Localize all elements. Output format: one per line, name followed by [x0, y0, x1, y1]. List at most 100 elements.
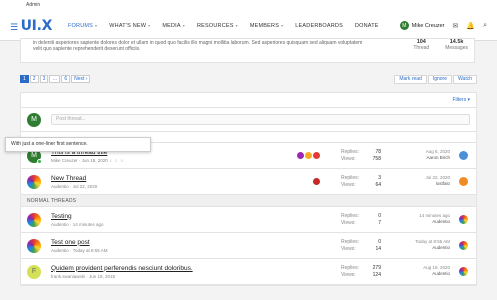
last-post-user[interactable]: Audentio — [419, 219, 450, 225]
views-count: 124 — [372, 272, 381, 278]
views-count: 64 — [375, 182, 381, 188]
thread-author[interactable]: Audentio — [51, 222, 69, 227]
thread-row[interactable]: Test one post Audentio · Today at 8:55 AM… — [21, 233, 476, 259]
views-label: Views: — [341, 220, 356, 226]
page-jump-dots[interactable]: 1 2 3 — [110, 158, 124, 163]
last-poster-avatar[interactable] — [459, 177, 468, 186]
filters-button[interactable]: Filters ▾ — [452, 97, 470, 103]
nav-item-5[interactable]: LEADERBOARDS — [289, 23, 349, 29]
last-post-user[interactable]: Audentio — [423, 271, 450, 277]
thread-title[interactable]: Quidem provident perferendis nesciunt do… — [51, 265, 470, 272]
normal-threads: Testing Audentio · 14 minutes ago Replies:… — [21, 207, 476, 285]
chevron-down-icon: ▾ — [235, 23, 238, 28]
thread-author[interactable]: Audentio — [51, 248, 69, 253]
nav-items: FORUMS ▾ WHAT'S NEW ▾ MEDIA ▾ RESOURCES ▾ MEMBER… — [62, 23, 385, 29]
threads-stat: 104 Thread — [413, 39, 430, 51]
thread-title[interactable]: Testing — [51, 213, 470, 220]
thread-author[interactable]: Audentio — [51, 184, 69, 189]
chevron-down-icon: ▾ — [148, 23, 151, 28]
thread-author[interactable]: frank.swaniawski — [51, 274, 85, 279]
search-icon[interactable]: ⌕ — [483, 22, 487, 30]
admin-bar: Admin — [0, 0, 497, 11]
thread-main: Test one post Audentio · Today at 8:55 AM — [51, 239, 470, 253]
chevron-down-icon: ▾ — [95, 23, 98, 28]
post-thread-input[interactable]: Post thread... — [51, 114, 470, 125]
nav-item-2[interactable]: MEDIA ▾ — [156, 23, 191, 29]
thread-row[interactable]: F Quidem provident perferendis nesciunt d… — [21, 259, 476, 285]
thread-preview-tooltip: With just a one-liner first sentence. — [5, 137, 151, 152]
thread-date: Today at 8:55 AM — [72, 247, 108, 253]
ignore-button[interactable]: Ignore — [427, 75, 453, 84]
online-indicator — [37, 158, 42, 164]
last-post-user[interactable]: Aaron Birch — [426, 155, 450, 161]
page-4[interactable]: 6 — [61, 75, 71, 83]
next-page-button[interactable]: Next › — [71, 75, 91, 83]
replies-label: Replies: — [341, 239, 360, 245]
page-1[interactable]: 2 — [29, 75, 39, 83]
replies-label: Replies: — [341, 149, 360, 155]
thread-title[interactable]: New Thread — [51, 175, 470, 182]
replies-count: 3 — [378, 175, 381, 181]
views-count: 14 — [375, 246, 381, 252]
bell-icon[interactable]: 🔔 — [466, 22, 475, 30]
thread-meta: Mike Creuzer · Jun 18, 2020 1 2 3 — [51, 157, 124, 163]
nav-item-0[interactable]: FORUMS ▾ — [62, 23, 103, 29]
filter-bar: Filters ▾ — [21, 93, 476, 108]
page-0[interactable]: 1 — [20, 75, 29, 83]
replies-label: Replies: — [341, 175, 360, 181]
last-post-user[interactable]: Audentio — [415, 245, 450, 251]
last-poster-avatar[interactable] — [459, 241, 468, 250]
last-post-user[interactable]: lostfalo — [425, 181, 450, 187]
thread-main: Quidem provident perferendis nesciunt do… — [51, 265, 470, 279]
admin-link[interactable]: Admin — [26, 2, 40, 8]
nav-item-4[interactable]: MEMBERS ▾ — [244, 23, 289, 29]
nav-item-label: DONATE — [354, 22, 379, 29]
inbox-icon[interactable]: ✉ — [452, 22, 458, 30]
author-avatar[interactable] — [27, 174, 41, 189]
thread-stats: Replies: 3 Views: 64 — [341, 175, 381, 189]
thread-date: 14 minutes ago — [72, 221, 104, 227]
views-count: 7 — [378, 220, 381, 226]
nav-item-label: MEDIA — [162, 22, 181, 29]
thread-author[interactable]: Mike Creuzer — [51, 158, 78, 163]
thread-badges — [297, 152, 320, 159]
views-count: 758 — [372, 156, 381, 162]
last-post: Aug 6, 2020 Aaron Birch — [426, 149, 450, 161]
author-avatar[interactable] — [27, 238, 41, 253]
last-poster-avatar[interactable] — [459, 267, 468, 276]
thread-stats: Replies: 279 Views: 124 — [341, 265, 381, 279]
thread-title[interactable]: Test one post — [51, 239, 470, 246]
nav-item-label: RESOURCES — [197, 22, 234, 29]
replies-label: Replies: — [341, 213, 360, 219]
normal-threads-header: NORMAL THREADS — [21, 195, 476, 207]
last-poster-avatar[interactable] — [459, 151, 468, 160]
nav-item-1[interactable]: WHAT'S NEW ▾ — [103, 23, 156, 29]
thread-row[interactable]: New Thread Audentio · Jul 22, 2020 Replies… — [21, 169, 476, 195]
thread-main: New Thread Audentio · Jul 22, 2020 — [51, 175, 470, 189]
user-menu[interactable]: M Mike Creuzer — [399, 21, 444, 30]
thread-row[interactable]: Testing Audentio · 14 minutes ago Replies:… — [21, 207, 476, 233]
views-label: Views: — [341, 246, 356, 252]
chevron-down-icon: ▾ — [182, 23, 185, 28]
last-poster-avatar[interactable] — [459, 215, 468, 224]
thread-stats: Replies: 78 Views: 758 — [341, 149, 381, 163]
nav-item-3[interactable]: RESOURCES ▾ — [191, 23, 244, 29]
nav-item-6[interactable]: DONATE — [349, 23, 385, 29]
replies-count: 78 — [375, 149, 381, 155]
author-avatar[interactable] — [27, 212, 41, 227]
replies-count: 279 — [372, 265, 381, 271]
badge-icon — [305, 152, 312, 159]
mark-read-button[interactable]: Mark read — [394, 75, 427, 84]
quick-thread-row: M Post thread... — [21, 108, 476, 132]
page-2[interactable]: 3 — [39, 75, 49, 83]
replies-count: 0 — [378, 213, 381, 219]
watch-button[interactable]: Watch — [453, 75, 477, 84]
thread-main: Testing Audentio · 14 minutes ago — [51, 213, 470, 227]
user-avatar: M — [399, 21, 409, 30]
author-avatar[interactable]: F — [27, 264, 41, 279]
site-logo[interactable]: ☰ UI.X — [10, 18, 62, 34]
replies-label: Replies: — [341, 265, 360, 271]
chevron-down-icon: ▾ — [281, 23, 284, 28]
thread-meta: frank.swaniawski · Jun 18, 2018 — [51, 273, 116, 279]
main-navigation: ☰ UI.X FORUMS ▾ WHAT'S NEW ▾ MEDIA ▾ RESOURCES… — [0, 11, 497, 41]
